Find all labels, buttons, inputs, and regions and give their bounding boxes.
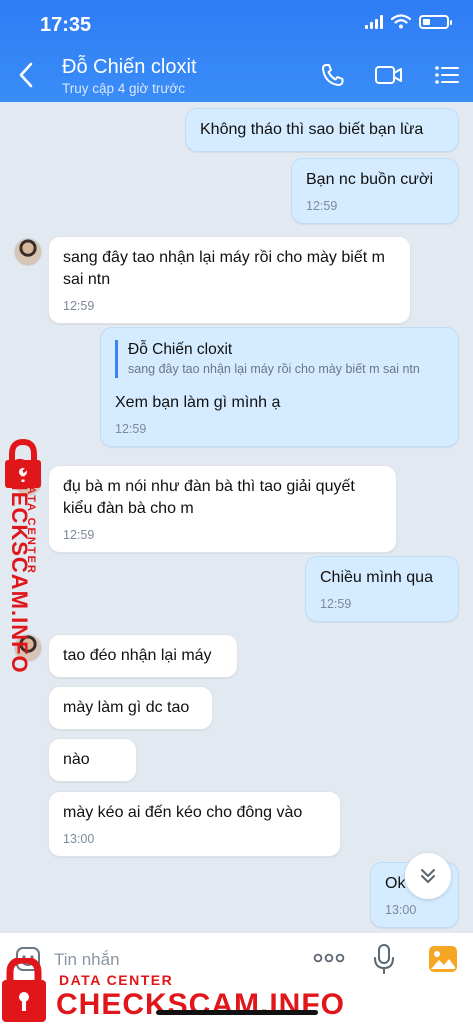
message-outgoing[interactable]: Bạn nc buồn cười 12:59 (291, 158, 459, 224)
home-indicator[interactable] (156, 1010, 318, 1015)
message-time: 12:59 (320, 597, 352, 611)
message-incoming[interactable]: sang đây tao nhận lại máy rồi cho mày bi… (48, 236, 411, 324)
message-text: tao đéo nhận lại máy (63, 647, 212, 664)
battery-level (423, 18, 430, 25)
message-incoming[interactable]: mày làm gì dc tao (48, 686, 213, 730)
message-text: Chiều mình qua (320, 569, 433, 586)
contact-avatar[interactable] (14, 238, 42, 266)
last-seen-status: Truy cập 4 giờ trước (62, 81, 186, 96)
battery-icon (419, 14, 452, 29)
message-time: 12:59 (306, 199, 338, 213)
double-chevron-down-icon (421, 869, 435, 883)
quoted-sender: Đỗ Chiến cloxit (128, 341, 233, 358)
message-text: sang đây tao nhận lại máy rồi cho mày bi… (63, 249, 385, 288)
message-text: mày kéo ai đến kéo cho đông vào (63, 804, 303, 821)
message-text: nào (63, 751, 90, 768)
watermark-bottom-subtitle: DATA CENTER (59, 972, 174, 988)
signal-icon (365, 14, 383, 29)
status-time: 17:35 (40, 14, 92, 36)
message-incoming[interactable]: mày kéo ai đến kéo cho đông vào 13:00 (48, 791, 341, 857)
message-text: Không tháo thì sao biết bạn lừa (200, 121, 424, 138)
video-call-icon[interactable] (374, 62, 404, 88)
wifi-icon (391, 14, 411, 29)
message-time: 12:59 (63, 299, 95, 313)
message-incoming[interactable]: đụ bà m nói như đàn bà thì tao giải quyế… (48, 465, 397, 553)
message-text: Xem bạn làm gì mình ạ (115, 394, 281, 411)
message-time: 12:59 (115, 422, 147, 436)
watermark-side-subtitle: DATA CENTER (25, 476, 37, 575)
scroll-to-bottom-button[interactable] (405, 853, 451, 899)
message-incoming[interactable]: nào (48, 738, 137, 782)
message-text: mày làm gì dc tao (63, 699, 190, 716)
message-outgoing-reply[interactable]: Đỗ Chiến cloxit sang đây tao nhận lại má… (100, 327, 459, 447)
message-outgoing[interactable]: Chiều mình qua 12:59 (305, 556, 459, 622)
message-text: Ok (385, 875, 406, 892)
back-arrow-icon[interactable] (14, 60, 40, 90)
message-time: 13:00 (63, 832, 95, 846)
message-text: đụ bà m nói như đàn bà thì tao giải quyế… (63, 478, 355, 517)
watermark-bottom-title: CHECKSCAM.INFO (56, 988, 345, 1021)
quoted-text: sang đây tao nhận lại máy rồi cho mày bi… (128, 362, 420, 376)
status-icons (365, 14, 452, 29)
message-time: 13:00 (385, 903, 417, 917)
chat-header: 17:35 Đỗ Chiến cloxit Truy cập 4 giờ trư… (0, 0, 473, 102)
menu-list-icon[interactable] (432, 62, 462, 88)
message-outgoing[interactable]: Không tháo thì sao biết bạn lừa (185, 108, 459, 152)
quoted-message[interactable]: Đỗ Chiến cloxit sang đây tao nhận lại má… (115, 340, 444, 378)
contact-name[interactable]: Đỗ Chiến cloxit (62, 56, 197, 79)
message-incoming[interactable]: tao đéo nhận lại máy (48, 634, 238, 678)
message-text: Bạn nc buồn cười (306, 171, 434, 188)
phone-icon[interactable] (318, 62, 348, 88)
message-time: 12:59 (63, 528, 95, 542)
